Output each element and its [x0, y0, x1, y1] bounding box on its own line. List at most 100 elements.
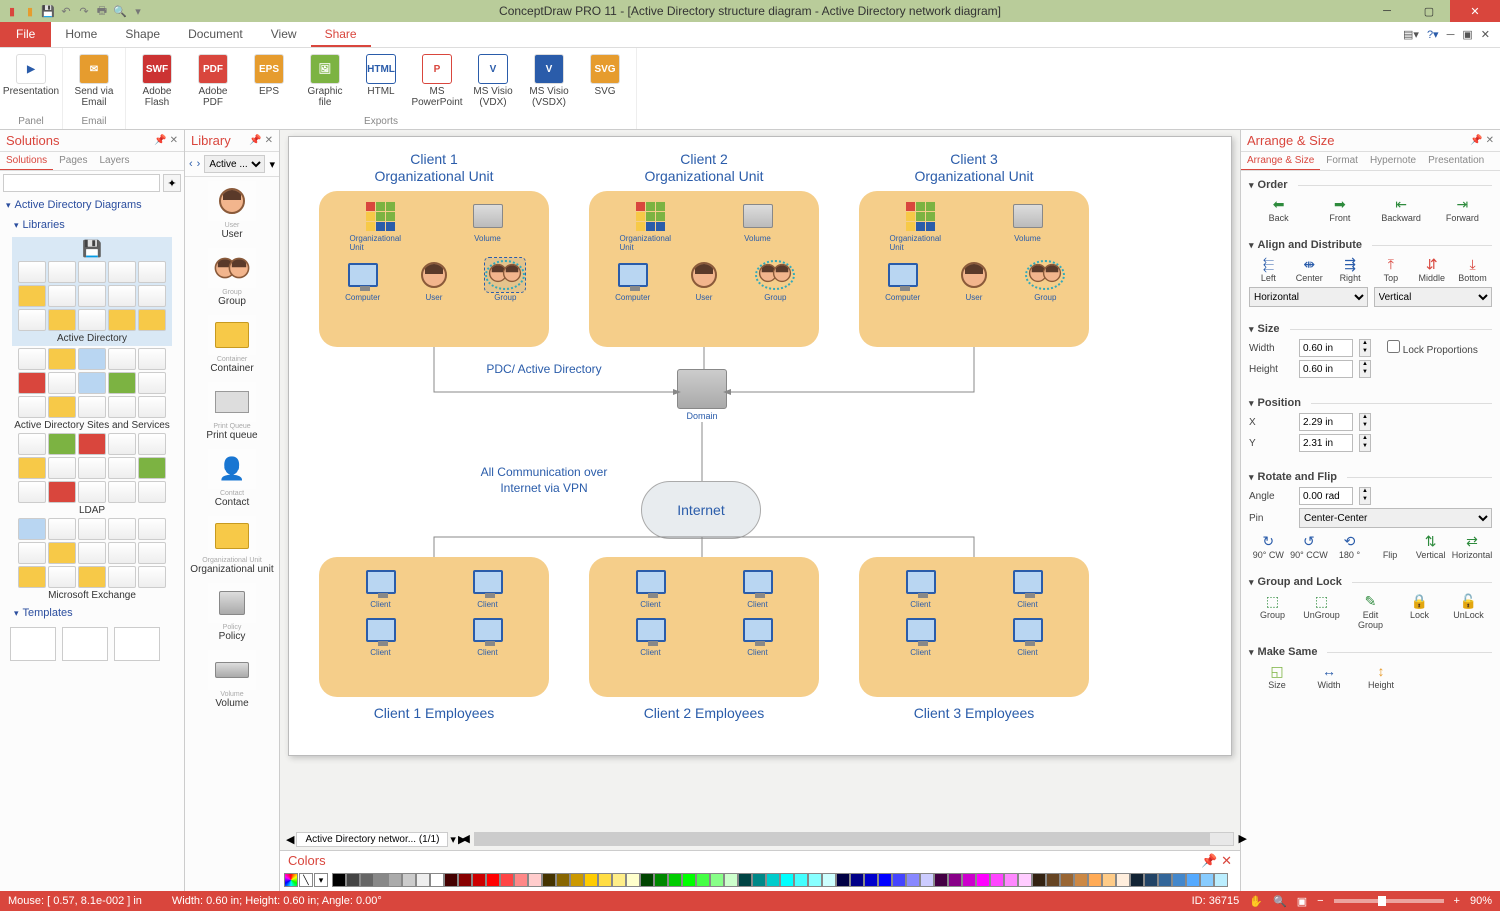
color-swatch[interactable] — [906, 873, 920, 887]
export-flash-button[interactable]: SWFAdobe Flash — [132, 50, 182, 114]
x-input[interactable] — [1299, 413, 1353, 431]
drawing-page[interactable]: Client 1Organizational Unit Organization… — [288, 136, 1232, 756]
maximize-button[interactable]: ▢ — [1408, 0, 1450, 22]
align-bottom-button[interactable]: ⤓Bottom — [1453, 255, 1492, 283]
color-swatch[interactable] — [752, 873, 766, 887]
tab-view[interactable]: View — [257, 22, 311, 47]
subtab-solutions[interactable]: Solutions — [0, 152, 53, 170]
close-icon[interactable]: ✕ — [170, 135, 178, 146]
color-swatch[interactable] — [346, 873, 360, 887]
order-front-button[interactable]: ➡Front — [1320, 195, 1360, 223]
mdi-restore-icon[interactable]: ▣ — [1462, 28, 1472, 41]
employees-box[interactable]: Client Client Client Client — [859, 557, 1089, 697]
search-star-icon[interactable]: ✦ — [163, 174, 181, 192]
makesame-size-button[interactable]: ◱Size — [1257, 662, 1297, 690]
color-swatch[interactable] — [1158, 873, 1172, 887]
align-middle-button[interactable]: ⇵Middle — [1412, 255, 1451, 283]
color-swatch[interactable] — [430, 873, 444, 887]
rotate-180-button[interactable]: ⟲180 ° — [1330, 532, 1369, 560]
color-swatch[interactable] — [374, 873, 388, 887]
tab-document[interactable]: Document — [174, 22, 257, 47]
color-swatch[interactable] — [458, 873, 472, 887]
color-swatch[interactable] — [738, 873, 752, 887]
color-swatch[interactable] — [472, 873, 486, 887]
color-swatch[interactable] — [976, 873, 990, 887]
flip-horizontal-button[interactable]: ⇄Horizontal — [1452, 532, 1492, 560]
color-swatch[interactable] — [612, 873, 626, 887]
nav-prev-icon[interactable]: ‹ — [189, 158, 193, 170]
color-swatch[interactable] — [486, 873, 500, 887]
diagram-shape[interactable]: Group — [1014, 258, 1076, 302]
unlock-button[interactable]: 🔓UnLock — [1449, 592, 1489, 630]
status-zoom-icon[interactable]: 🔍 — [1273, 895, 1287, 908]
export-html-button[interactable]: HTMLHTML — [356, 50, 406, 114]
diagram-shape[interactable]: User — [673, 258, 735, 302]
color-swatch[interactable] — [542, 873, 556, 887]
ungroup-button[interactable]: ⬚UnGroup — [1302, 592, 1342, 630]
status-fit-icon[interactable]: ▣ — [1297, 895, 1307, 908]
color-swatch[interactable] — [934, 873, 948, 887]
library-item-contact[interactable]: 👤ContactContact — [185, 445, 279, 512]
export-vdx-button[interactable]: VMS Visio (VDX) — [468, 50, 518, 114]
color-swatch[interactable] — [948, 873, 962, 887]
diagram-shape[interactable]: Group — [744, 258, 806, 302]
angle-input[interactable] — [1299, 487, 1353, 505]
diagram-shape[interactable]: Computer — [602, 258, 664, 302]
library-item-print-queue[interactable]: Print QueuePrint queue — [185, 378, 279, 445]
color-swatch[interactable] — [584, 873, 598, 887]
subtab-pages[interactable]: Pages — [53, 152, 93, 170]
employees-box[interactable]: Client Client Client Client — [319, 557, 549, 697]
align-top-button[interactable]: ⤒Top — [1371, 255, 1410, 283]
zoom-minus[interactable]: − — [1317, 895, 1323, 907]
library-item-container[interactable]: ContainerContainer — [185, 311, 279, 378]
org-unit-box[interactable]: Organizational Unit Volume Computer User… — [589, 191, 819, 347]
diagram-shape[interactable]: Client — [890, 613, 952, 657]
section-position[interactable]: Position — [1249, 397, 1492, 409]
diagram-shape[interactable]: Client — [727, 613, 789, 657]
color-swatch[interactable] — [724, 873, 738, 887]
color-swatch[interactable] — [402, 873, 416, 887]
color-swatch[interactable] — [332, 873, 346, 887]
diagram-shape[interactable]: Computer — [872, 258, 934, 302]
y-input[interactable] — [1299, 434, 1353, 452]
color-swatch[interactable] — [892, 873, 906, 887]
color-swatch[interactable] — [766, 873, 780, 887]
color-swatch[interactable] — [808, 873, 822, 887]
color-tool-wheel[interactable] — [284, 873, 298, 887]
color-swatch[interactable] — [444, 873, 458, 887]
tree-root[interactable]: Active Directory Diagrams — [0, 195, 184, 215]
library-item-org-unit[interactable]: Organizational UnitOrganizational unit — [185, 512, 279, 579]
export-ppt-button[interactable]: PMS PowerPoint — [412, 50, 462, 114]
color-swatch[interactable] — [836, 873, 850, 887]
color-swatch[interactable] — [528, 873, 542, 887]
section-rotate[interactable]: Rotate and Flip — [1249, 471, 1492, 483]
color-swatch[interactable] — [1116, 873, 1130, 887]
export-pdf-button[interactable]: PDFAdobe PDF — [188, 50, 238, 114]
export-vsdx-button[interactable]: VMS Visio (VSDX) — [524, 50, 574, 114]
help-icon[interactable]: ?▾ — [1427, 28, 1439, 41]
library-item-user[interactable]: UserUser — [185, 177, 279, 244]
color-swatch[interactable] — [696, 873, 710, 887]
close-icon[interactable]: ✕ — [1221, 853, 1232, 868]
diagram-shape[interactable]: Computer — [332, 258, 394, 302]
diagram-shape[interactable]: Volume — [727, 199, 789, 252]
height-spinner[interactable]: ▲▼ — [1359, 360, 1371, 378]
color-swatch[interactable] — [920, 873, 934, 887]
qat-dropdown-icon[interactable]: ▾ — [130, 3, 146, 19]
search-input[interactable] — [3, 174, 160, 192]
color-swatch[interactable] — [640, 873, 654, 887]
color-swatch[interactable] — [1144, 873, 1158, 887]
color-swatch[interactable] — [878, 873, 892, 887]
mdi-close-icon[interactable]: ✕ — [1481, 28, 1490, 41]
color-swatch[interactable] — [1060, 873, 1074, 887]
align-right-button[interactable]: ⇶Right — [1331, 255, 1370, 283]
color-swatch[interactable] — [822, 873, 836, 887]
tab-nav-menu[interactable]: ▾ — [450, 833, 456, 846]
color-swatch[interactable] — [682, 873, 696, 887]
solution-thumb-exchange[interactable]: Microsoft Exchange — [12, 518, 172, 601]
arrtab-presentation[interactable]: Presentation — [1422, 152, 1490, 170]
edit-group-button[interactable]: ✎Edit Group — [1351, 592, 1391, 630]
color-swatch[interactable] — [654, 873, 668, 887]
color-swatch[interactable] — [850, 873, 864, 887]
template-thumb[interactable] — [62, 627, 108, 661]
